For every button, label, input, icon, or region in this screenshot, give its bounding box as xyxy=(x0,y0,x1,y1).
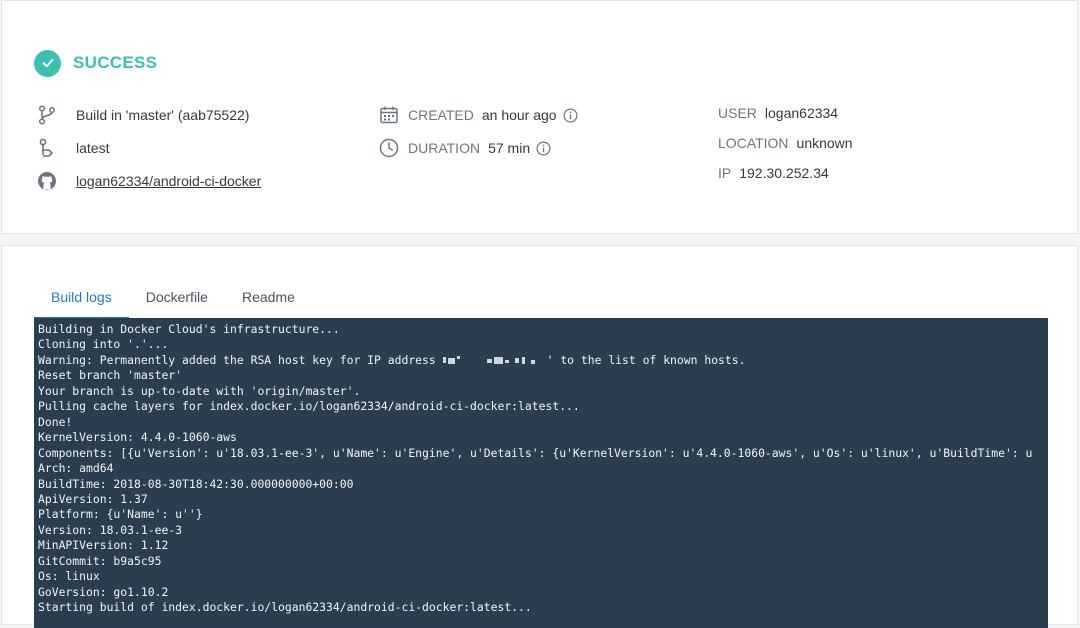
log-line: Your branch is up-to-date with 'origin/m… xyxy=(38,383,361,398)
log-line: GitCommit: b9a5c95 xyxy=(38,553,162,568)
tab-dockerfile[interactable]: Dockerfile xyxy=(129,286,225,319)
log-line: Done! xyxy=(38,414,73,429)
log-line: ApiVersion: 1.37 xyxy=(38,491,148,506)
build-log-console[interactable]: Building in Docker Cloud's infrastructur… xyxy=(34,318,1048,628)
tab-build-logs[interactable]: Build logs xyxy=(34,286,129,319)
location-value: unknown xyxy=(796,135,853,151)
tab-readme[interactable]: Readme xyxy=(225,286,312,319)
log-line-warning: Warning: Permanently added the RSA host … xyxy=(38,353,1048,368)
ip-value: 192.30.252.34 xyxy=(739,165,829,181)
build-details-card: Build logs Dockerfile Readme Building in… xyxy=(1,245,1078,628)
redacted-ip xyxy=(442,355,547,365)
log-line: Reset branch 'master' xyxy=(38,368,183,383)
log-line: Building in Docker Cloud's infrastructur… xyxy=(38,322,340,336)
user-label: USER xyxy=(718,105,757,121)
clock-icon xyxy=(378,137,400,159)
created-row: CREATED an hour ago xyxy=(378,104,578,126)
log-line: Platform: {u'Name': u''} xyxy=(38,507,203,522)
branch-text: Build in 'master' (aab75522) xyxy=(76,107,250,123)
log-warning-suffix: ' to the list of known hosts. xyxy=(546,352,746,367)
repo-row: logan62334/android-ci-docker xyxy=(36,170,261,192)
log-line: Arch: amd64 xyxy=(38,461,114,476)
tag-row: latest xyxy=(36,137,109,159)
repo-link[interactable]: logan62334/android-ci-docker xyxy=(76,173,261,189)
log-line: Os: linux xyxy=(38,569,100,584)
tab-bar: Build logs Dockerfile Readme xyxy=(34,286,312,319)
log-line: MinAPIVersion: 1.12 xyxy=(38,538,169,553)
github-icon xyxy=(36,170,58,192)
duration-value: 57 min xyxy=(488,140,531,156)
log-line: Components: [{u'Version': u'18.03.1-ee-3… xyxy=(38,445,1033,460)
build-summary-card: SUCCESS Build in 'master' (aab75522) lat… xyxy=(1,0,1078,234)
created-label: CREATED xyxy=(408,107,474,123)
branch-row: Build in 'master' (aab75522) xyxy=(36,104,249,126)
tag-text: latest xyxy=(76,140,110,156)
log-warning-prefix: Warning: Permanently added the RSA host … xyxy=(38,352,443,367)
log-line: Pulling cache layers for index.docker.io… xyxy=(38,399,580,414)
user-row: USER logan62334 xyxy=(718,105,838,121)
created-value: an hour ago xyxy=(481,107,557,123)
location-label: LOCATION xyxy=(718,135,789,151)
log-line: Version: 18.03.1-ee-3 xyxy=(38,522,183,537)
info-icon[interactable] xyxy=(536,140,551,156)
duration-row: DURATION 57 min xyxy=(378,137,551,159)
duration-label: DURATION xyxy=(408,140,481,156)
log-line: BuildTime: 2018-08-30T18:42:30.000000000… xyxy=(38,476,354,491)
calendar-icon xyxy=(378,104,400,126)
status-label: SUCCESS xyxy=(73,53,158,72)
git-branch-icon xyxy=(36,104,58,126)
build-status: SUCCESS xyxy=(34,49,157,77)
log-line: GoVersion: go1.10.2 xyxy=(38,584,169,599)
log-line: Cloning into '.'... xyxy=(38,337,169,352)
ip-row: IP 192.30.252.34 xyxy=(718,165,829,181)
info-icon[interactable] xyxy=(563,107,578,123)
check-icon xyxy=(34,49,61,77)
log-line: Starting build of index.docker.io/logan6… xyxy=(38,600,532,615)
user-value: logan62334 xyxy=(764,105,839,121)
log-line: KernelVersion: 4.4.0-1060-aws xyxy=(38,430,237,445)
tag-icon xyxy=(36,137,58,159)
ip-label: IP xyxy=(718,165,732,181)
location-row: LOCATION unknown xyxy=(718,135,853,151)
